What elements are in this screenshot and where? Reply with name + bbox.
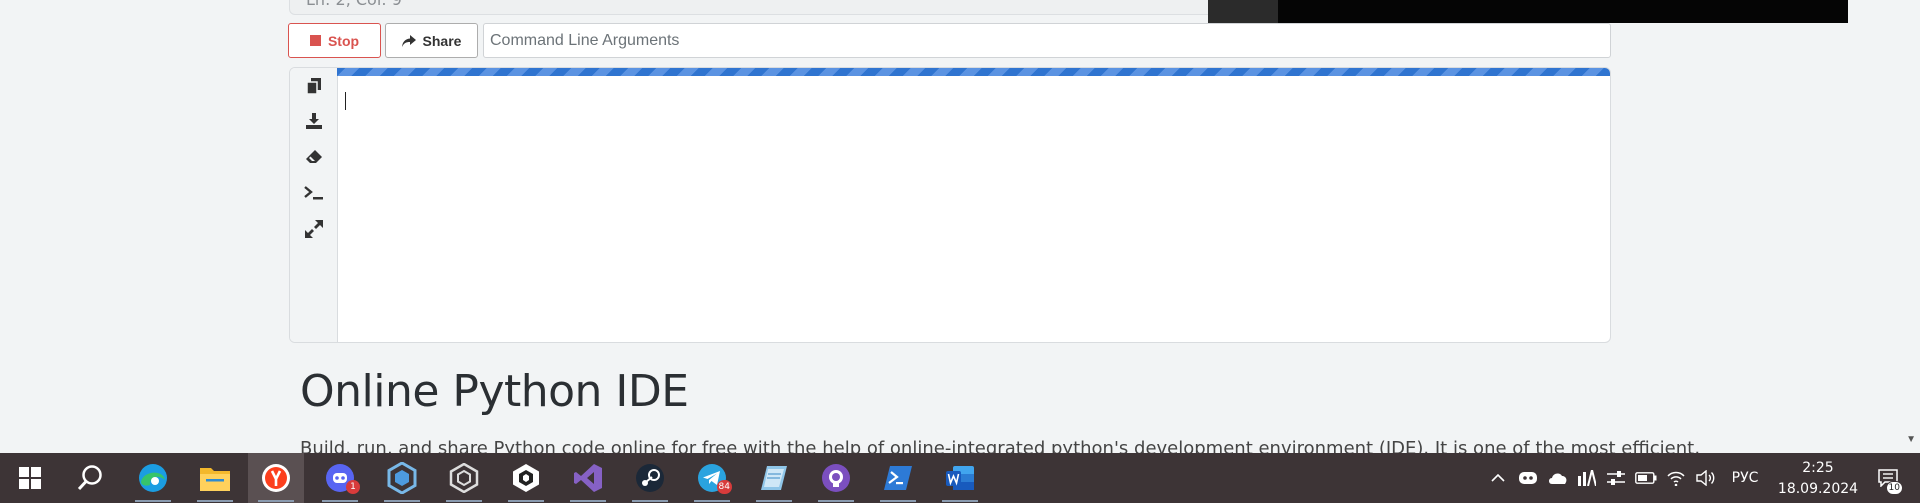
visual-studio-icon[interactable] [560,453,616,503]
stop-label: Stop [327,32,360,49]
discord-tray-icon[interactable] [1515,453,1541,503]
input-language[interactable]: РУС [1725,453,1765,503]
notifications-count: 10 [1885,481,1903,495]
stop-button[interactable]: Stop [288,23,381,58]
console-output[interactable] [337,76,1610,342]
running-progress-bar [337,68,1610,76]
share-button[interactable]: Share [385,23,478,58]
terminal-icon[interactable] [304,183,324,203]
onedrive-icon[interactable] [1545,453,1571,503]
github-desktop-icon[interactable] [808,453,864,503]
scroll-down-arrow[interactable]: ▼ [1906,434,1916,445]
stop-icon [309,35,321,46]
unity-icon[interactable] [436,453,492,503]
unity-hub-icon[interactable] [498,453,554,503]
audio-meter-icon[interactable] [1574,453,1600,503]
video-overlay [1208,0,1848,23]
notepad-icon[interactable] [746,453,802,503]
app-cube-icon[interactable] [374,453,430,503]
show-hidden-icons-chevron[interactable] [1487,453,1509,503]
eraser-icon[interactable] [304,147,324,167]
word-icon[interactable] [932,453,988,503]
powershell-icon[interactable] [870,453,926,503]
notification-center-icon[interactable]: 10 [1868,453,1908,503]
cursor-position: Ln: 2, Col: 9 [306,0,402,9]
system-clock[interactable]: 2:25 18.09.2024 [1768,458,1868,500]
share-label: Share [422,32,462,49]
discord-icon[interactable]: 1 [312,453,368,503]
telegram-badge: 84 [716,480,732,494]
output-console [289,67,1611,343]
discord-badge: 1 [346,480,360,494]
edge-browser-icon[interactable] [125,453,181,503]
clock-time: 2:25 [1802,460,1834,476]
battery-icon[interactable] [1633,453,1659,503]
taskbar: 1 84 РУС 2:25 18.09.2024 10 [0,453,1920,503]
command-line-arguments-input[interactable] [483,23,1611,58]
clock-date: 18.09.2024 [1777,481,1859,497]
console-toolbar [290,68,338,342]
expand-icon[interactable] [304,219,324,239]
yandex-browser-icon[interactable] [248,453,304,503]
file-explorer-icon[interactable] [187,453,243,503]
telegram-icon[interactable]: 84 [684,453,740,503]
search-icon[interactable] [62,453,118,503]
steam-icon[interactable] [622,453,678,503]
wifi-icon[interactable] [1663,453,1689,503]
windows-start-icon[interactable] [2,453,58,503]
settings-sliders-icon[interactable] [1603,453,1629,503]
page-title: Online Python IDE [300,366,689,417]
share-icon [401,34,416,47]
download-icon[interactable] [304,111,324,131]
volume-icon[interactable] [1693,453,1719,503]
text-caret [345,92,346,110]
copy-icon[interactable] [304,76,324,96]
